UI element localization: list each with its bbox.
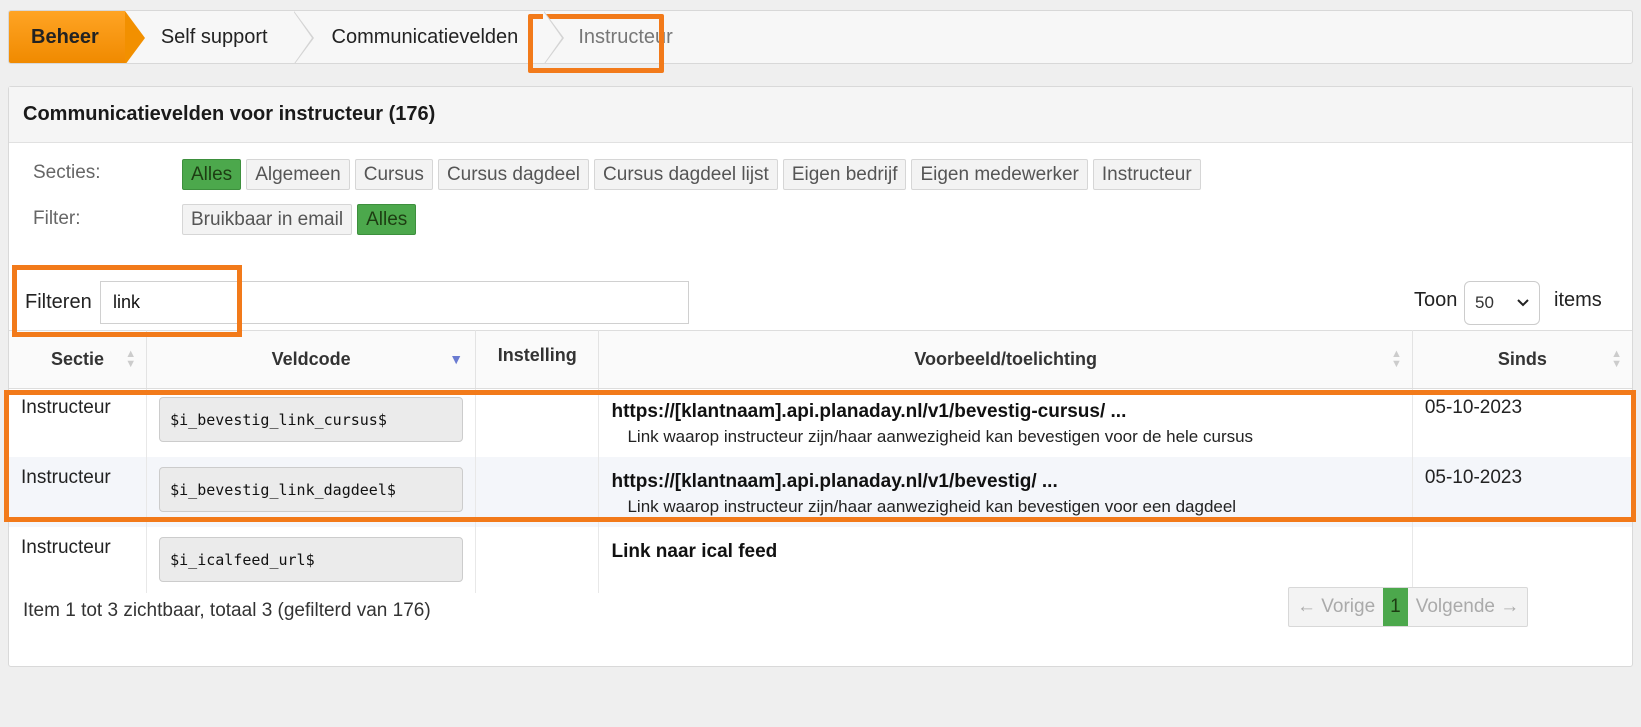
cell-veldcode: $i_bevestig_link_cursus$ <box>146 388 477 457</box>
cell-sinds <box>1412 527 1632 593</box>
breadcrumb-item-self-support[interactable]: Self support <box>124 11 314 63</box>
cell-voorbeeld: Link naar ical feed <box>598 527 1413 593</box>
fields-table: Sectie ▲ ▼ Veldcode ▼ Instelling Voorbeeld/… <box>9 330 1632 593</box>
cell-sinds: 05-10-2023 <box>1412 457 1632 527</box>
veldcode-field[interactable]: $i_bevestig_link_dagdeel$ <box>159 467 464 512</box>
page-size-prefix: Toon <box>1414 289 1458 311</box>
cell-instelling <box>475 457 600 527</box>
sort-icon: ▲ ▼ <box>1390 348 1402 370</box>
search-input[interactable] <box>100 281 689 324</box>
communicatievelden-panel: Communicatievelden voor instructeur (176… <box>8 86 1633 667</box>
sectie-chip-cursus-dagdeel[interactable]: Cursus dagdeel <box>437 159 590 190</box>
toelichting-text: Link waarop instructeur zijn/haar aanwez… <box>627 427 1254 446</box>
page-size-select[interactable]: 50 <box>1464 281 1540 325</box>
table-row: Instructeur $i_bevestig_link_dagdeel$ ht… <box>9 457 1632 527</box>
page-size-suffix: items <box>1554 289 1602 311</box>
sectie-chip-alles[interactable]: Alles <box>182 159 242 190</box>
sectie-chip-algemeen[interactable]: Algemeen <box>246 159 350 190</box>
cell-instelling <box>475 527 600 593</box>
voorbeeld-text: https://[klantnaam].api.planaday.nl/v1/b… <box>611 471 1058 492</box>
prev-page-button[interactable]: ← Vorige <box>1289 588 1383 626</box>
toelichting-text: Link waarop instructeur zijn/haar aanwez… <box>627 497 1237 516</box>
breadcrumb-item-communicatievelden[interactable]: Communicatievelden <box>293 11 565 63</box>
table-header-row: Sectie ▲ ▼ Veldcode ▼ Instelling Voorbeeld/… <box>9 330 1632 389</box>
cell-veldcode: $i_icalfeed_url$ <box>146 527 477 593</box>
column-header-voorbeeld[interactable]: Voorbeeld/toelichting ▲ ▼ <box>598 330 1413 389</box>
next-page-button[interactable]: Volgende → <box>1408 588 1528 626</box>
sectie-chip-cursus[interactable]: Cursus <box>354 159 433 190</box>
cell-voorbeeld: https://[klantnaam].api.planaday.nl/v1/b… <box>598 457 1413 527</box>
filter-chip-alles[interactable]: Alles <box>357 204 417 235</box>
table-summary: Item 1 tot 3 zichtbaar, totaal 3 (gefilt… <box>23 600 431 621</box>
page-size-value: 50 <box>1475 293 1494 312</box>
breadcrumb: Beheer Self support Communicatievelden I… <box>8 10 1633 64</box>
secties-label: Secties: <box>33 162 101 183</box>
filter-label: Filter: <box>33 208 81 229</box>
column-header-veldcode[interactable]: Veldcode ▼ <box>146 330 477 389</box>
column-header-instelling: Instelling <box>475 330 600 389</box>
cell-sectie: Instructeur <box>9 457 148 527</box>
column-header-sectie[interactable]: Sectie ▲ ▼ <box>9 330 148 389</box>
voorbeeld-text: Link naar ical feed <box>611 541 778 562</box>
cell-sinds: 05-10-2023 <box>1424 397 1523 418</box>
table-row: Instructeur $i_icalfeed_url$ Link naar i… <box>9 527 1632 593</box>
search-label: Filteren <box>25 291 92 313</box>
sort-icon: ▲ ▼ <box>125 348 137 370</box>
filter-chips: Bruikbaar in email Alles <box>182 204 417 235</box>
sectie-chip-instructeur[interactable]: Instructeur <box>1092 159 1201 190</box>
sectie-chip-eigen-medewerker[interactable]: Eigen medewerker <box>911 159 1088 190</box>
cell-instelling <box>475 388 600 457</box>
sort-icon: ▲ ▼ <box>1611 348 1622 370</box>
panel-title: Communicatievelden voor instructeur (176… <box>9 87 1632 143</box>
table-row: Instructeur $i_bevestig_link_cursus$ htt… <box>9 388 1632 457</box>
secties-chips: Alles Algemeen Cursus Cursus dagdeel Cur… <box>182 159 1201 190</box>
pagination: ← Vorige 1 Volgende → <box>1288 587 1529 627</box>
voorbeeld-text: https://[klantnaam].api.planaday.nl/v1/b… <box>611 401 1127 422</box>
sectie-chip-cursus-dagdeel-lijst[interactable]: Cursus dagdeel lijst <box>594 159 778 190</box>
sectie-chip-eigen-bedrijf[interactable]: Eigen bedrijf <box>782 159 907 190</box>
cell-sectie: Instructeur <box>9 527 148 593</box>
veldcode-field[interactable]: $i_bevestig_link_cursus$ <box>159 397 464 442</box>
cell-voorbeeld: https://[klantnaam].api.planaday.nl/v1/b… <box>598 388 1413 457</box>
chevron-down-icon <box>1517 299 1529 307</box>
veldcode-field[interactable]: $i_icalfeed_url$ <box>159 537 464 582</box>
column-header-sinds[interactable]: Sinds ▲ ▼ <box>1412 330 1632 389</box>
page-button-current[interactable]: 1 <box>1383 588 1408 626</box>
cell-sectie: Instructeur <box>9 388 148 457</box>
sort-desc-icon: ▼ <box>449 351 464 367</box>
filter-chip-bruikbaar-in-email[interactable]: Bruikbaar in email <box>182 204 353 235</box>
breadcrumb-item-instructeur: Instructeur <box>544 11 697 63</box>
breadcrumb-item-beheer[interactable]: Beheer <box>9 11 145 63</box>
cell-veldcode: $i_bevestig_link_dagdeel$ <box>146 457 477 527</box>
